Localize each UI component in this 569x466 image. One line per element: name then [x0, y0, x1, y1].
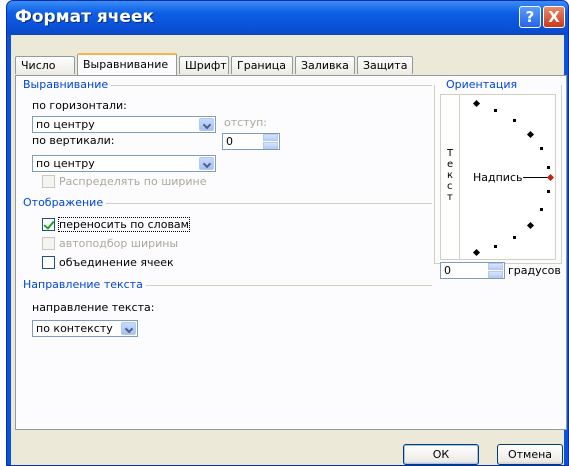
horizontal-value: по центру	[36, 118, 95, 131]
merge-label: объединение ячеек	[59, 256, 174, 269]
alignment-group-label: Выравнивание	[23, 78, 112, 91]
orientation-marker[interactable]	[526, 130, 535, 139]
cancel-button[interactable]: Отмена	[497, 444, 563, 465]
spin-down-icon[interactable]	[488, 271, 503, 278]
orientation-label: Надпись	[473, 171, 523, 184]
indent-value: 0	[226, 135, 233, 148]
chevron-down-icon[interactable]	[199, 157, 214, 170]
degrees-spinner[interactable]: 0	[440, 262, 505, 279]
orientation-tick	[540, 208, 543, 211]
orientation-control[interactable]: Т е к с т Надпись	[440, 94, 556, 260]
vertical-text-char: с	[447, 181, 453, 192]
orientation-tick	[494, 245, 497, 248]
distribute-checkbox[interactable]	[42, 175, 55, 188]
orientation-tick	[540, 147, 543, 150]
tab-fill[interactable]: Заливка	[295, 56, 355, 74]
vertical-text-box[interactable]: Т е к с т	[441, 95, 460, 259]
tab-number[interactable]: Число	[15, 56, 75, 74]
direction-select[interactable]: по контексту	[32, 320, 138, 337]
vertical-text-char: к	[447, 170, 454, 181]
display-group-label: Отображение	[23, 196, 107, 209]
alignment-panel: Выравнивание по горизонтали: по центру о…	[15, 75, 567, 430]
title-bar[interactable]: Формат ячеек ? X	[7, 1, 568, 35]
tab-protection[interactable]: Защита	[357, 56, 413, 74]
direction-value: по контексту	[36, 322, 113, 335]
horizontal-select[interactable]: по центру	[32, 116, 216, 133]
shrink-label: автоподбор ширины	[59, 237, 179, 250]
orientation-pointer[interactable]	[546, 173, 555, 182]
indent-spinner[interactable]: 0	[222, 133, 280, 150]
vertical-value: по центру	[36, 157, 95, 170]
tab-font[interactable]: Шрифт	[179, 56, 229, 74]
merge-checkbox[interactable]	[42, 256, 55, 269]
chevron-down-icon[interactable]	[121, 322, 136, 335]
orientation-marker[interactable]	[472, 248, 481, 257]
orientation-tick	[513, 119, 516, 122]
orientation-marker[interactable]	[526, 221, 535, 230]
format-cells-dialog: Формат ячеек ? X Число Выравнивание Шриф…	[6, 0, 569, 466]
vertical-label: по вертикали:	[32, 134, 115, 147]
orientation-pointer-line	[523, 177, 548, 178]
shrink-checkbox[interactable]	[42, 237, 55, 250]
vertical-text-char: т	[447, 192, 453, 203]
vertical-select[interactable]: по центру	[32, 155, 216, 172]
spin-down-icon[interactable]	[263, 142, 278, 149]
distribute-label: Распределять по ширине	[59, 175, 207, 188]
tab-alignment[interactable]: Выравнивание	[77, 53, 177, 75]
vertical-text-char: Т	[447, 148, 454, 159]
indent-label: отступ:	[224, 116, 268, 129]
vertical-text-char: е	[447, 159, 454, 170]
degrees-value: 0	[444, 264, 451, 277]
horizontal-label: по горизонтали:	[32, 99, 127, 112]
dialog-body: Число Выравнивание Шрифт Граница Заливка…	[11, 35, 567, 465]
dialog-title: Формат ячеек	[15, 7, 155, 27]
orientation-tick	[494, 109, 497, 112]
spin-up-icon[interactable]	[263, 134, 278, 141]
orientation-marker[interactable]	[472, 99, 481, 108]
direction-label: направление текста:	[32, 301, 155, 314]
ok-button[interactable]: ОК	[403, 444, 479, 465]
orientation-tick	[547, 166, 550, 169]
orientation-tick	[513, 236, 516, 239]
orientation-tick	[547, 190, 550, 193]
wrap-checkbox[interactable]	[42, 218, 55, 231]
tab-border[interactable]: Граница	[231, 56, 293, 74]
degrees-label: градусов	[508, 264, 561, 277]
close-button[interactable]: X	[543, 6, 565, 28]
direction-group-label: Направление текста	[23, 278, 146, 291]
wrap-label: переносить по словам	[58, 217, 190, 232]
help-button[interactable]: ?	[519, 6, 541, 28]
spin-up-icon[interactable]	[488, 263, 503, 270]
chevron-down-icon[interactable]	[199, 118, 214, 131]
